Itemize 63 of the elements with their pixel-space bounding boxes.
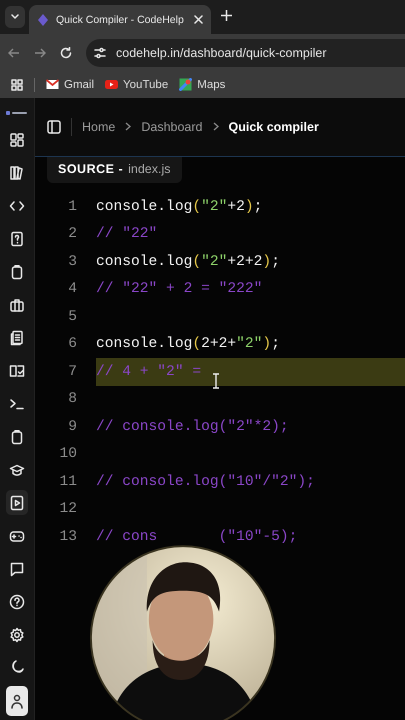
apps-grid-icon[interactable] [11,78,23,90]
line-number: 4 [67,281,78,298]
browser-tab[interactable]: Quick Compiler - CodeHelp [29,5,211,34]
close-icon[interactable] [194,15,203,24]
person-icon [9,692,25,709]
text-cursor-icon [212,373,220,389]
play-icon [105,78,118,91]
code-line: // "22" [96,225,158,244]
line-number: 5 [67,308,78,325]
question-file-icon [9,231,25,248]
line-number: 12 [58,501,78,518]
line-number: 7 [67,364,78,380]
clipboard-icon [9,264,25,280]
settings-icon [9,626,25,643]
chevron-icon [125,122,132,131]
back-icon[interactable] [8,46,20,58]
map-pin-icon [179,78,192,91]
bookmark[interactable]: Gmail [46,78,94,91]
sidebar-toggle-icon[interactable] [47,120,61,134]
books-icon [9,165,25,182]
line-number: 8 [67,391,78,408]
line-number: 2 [67,226,78,242]
briefcase-icon [9,297,25,314]
reload-icon[interactable] [60,46,72,58]
line-number: 1 [67,198,78,215]
chevron-icon [212,122,218,131]
breadcrumb-link[interactable]: Dashboard [141,120,202,134]
sidebar-item[interactable] [6,686,28,716]
line-number: 6 [67,336,78,352]
line-number: 11 [58,474,78,490]
caret-icon [11,14,19,20]
bookmark[interactable]: Maps [179,78,226,91]
forward-icon[interactable] [34,46,46,58]
line-number: 9 [67,418,78,435]
line-number: 10 [58,446,78,462]
play-file-icon [9,494,25,511]
code-line: console.log(2+2+"2"); [96,335,281,354]
sliders-icon[interactable] [94,46,106,58]
chat-icon [9,560,25,577]
code-line: console.log("2"+2+2); [96,252,281,272]
clipboard-icon [9,428,25,445]
moon-icon [9,659,25,676]
code-line: // console.log("10"/"2"); [96,472,316,492]
line-number: 3 [67,254,78,270]
code-line: // console.log("2"*2); [96,418,290,437]
open-book-icon [9,363,25,380]
help-icon [9,594,25,610]
breadcrumb-link[interactable]: Home [82,120,116,134]
code-line: // cons ("10"-5); [96,528,298,547]
code-line: console.log("2"+2); [96,198,264,217]
bookmark[interactable]: YouTube [105,78,168,91]
plus-icon[interactable] [221,10,232,21]
document-icon [9,330,25,346]
mail-icon [46,78,59,91]
tab-list-button[interactable] [5,6,25,28]
dashboard-icon [9,132,25,148]
logo-icon [6,109,28,117]
sidebar-item[interactable] [6,490,28,516]
code-line: // "22" + 2 = "222" [96,280,264,300]
line-number: 13 [58,528,78,545]
editor-tab[interactable]: SOURCE - index.js [47,157,182,183]
address-bar[interactable]: codehelp.in/dashboard/quick-compiler [86,38,405,66]
diamond-icon [37,12,49,26]
